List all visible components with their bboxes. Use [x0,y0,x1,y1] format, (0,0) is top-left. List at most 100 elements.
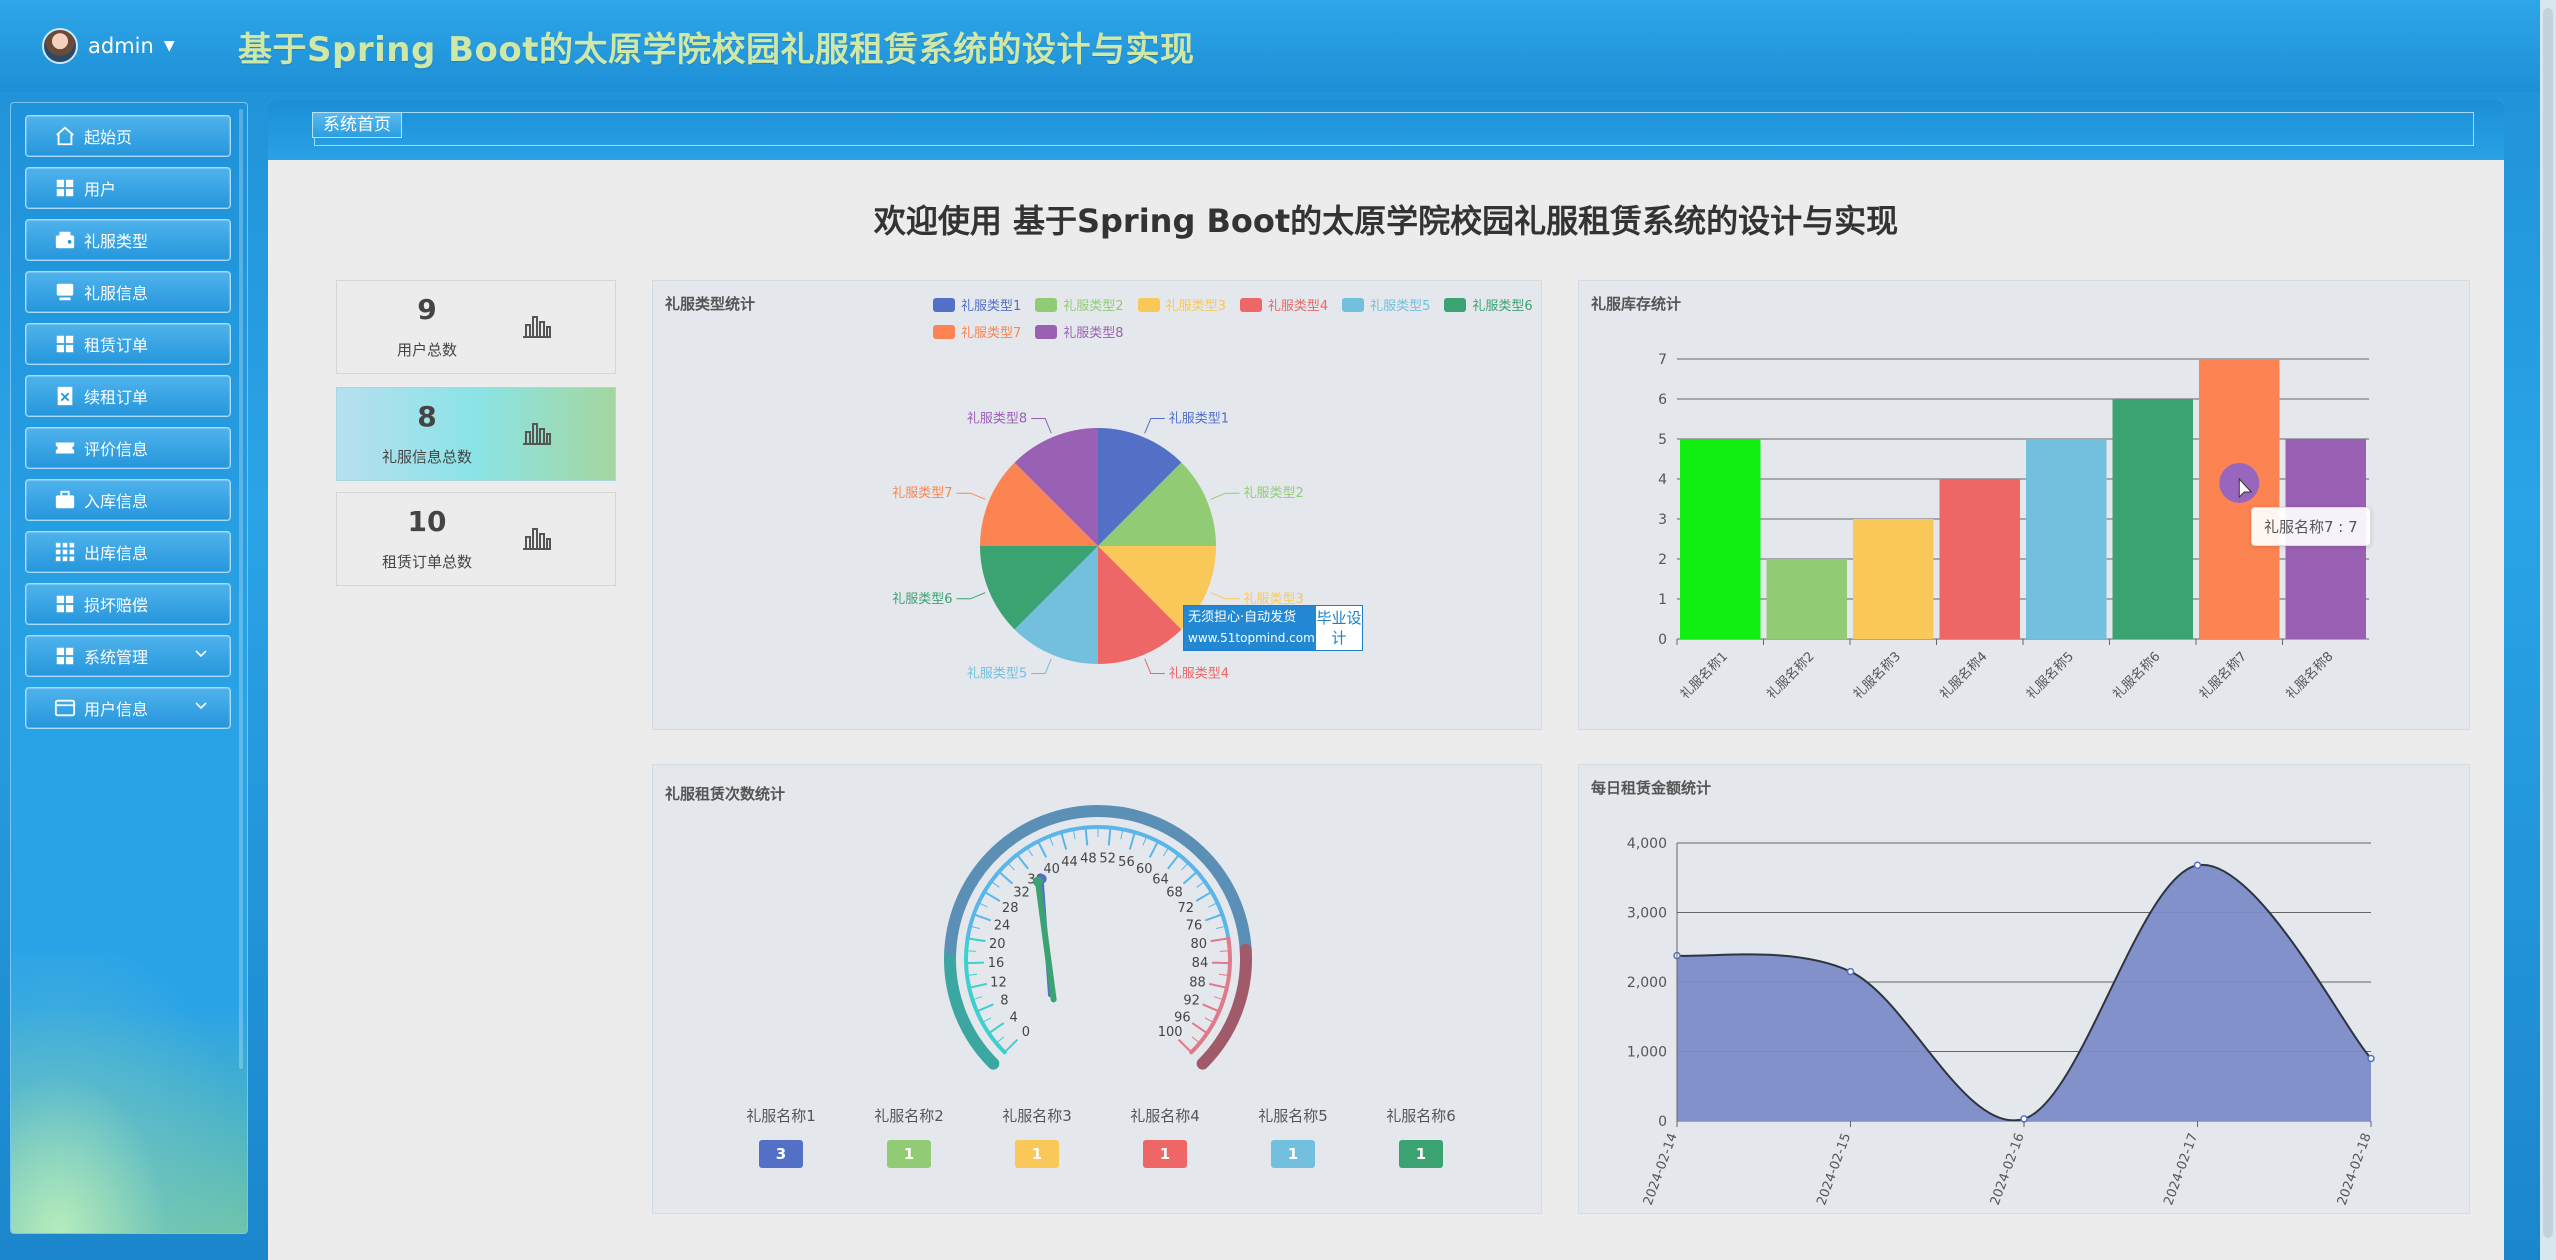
gauge-tick [1202,1003,1220,1013]
breadcrumb-bar [314,112,2474,146]
briefcase-icon [52,489,78,511]
sidebar: 起始页用户礼服类型礼服信息租赁订单续租订单评价信息入库信息出库信息损坏赔偿系统管… [10,102,248,1234]
stat-card-users[interactable]: 9 用户总数 [336,280,616,374]
x-tick-label: 礼服名称6 [2110,649,2164,703]
gauge-value-badge: 1 [1015,1140,1059,1168]
gauge-value-badge: 1 [1143,1140,1187,1168]
gauge-series-item: 礼服名称4 1 [1115,1105,1215,1168]
bar[interactable] [2112,399,2194,639]
pie-label: 礼服类型6 [892,591,952,607]
stat-card-dresses[interactable]: 8 礼服信息总数 [336,387,616,481]
gauge-tick [1007,862,1015,871]
data-point[interactable] [1846,967,1855,976]
gauge-tick-label: 32 [1013,886,1030,901]
bar[interactable] [1766,559,1848,639]
gauge-value-badge: 1 [887,1140,931,1168]
y-tick-label: 1,000 [1627,1045,1667,1061]
bar-chart-icon [523,423,551,445]
sidebar-item-3[interactable]: 礼服类型 [25,219,231,261]
sidebar-item-11[interactable]: 系统管理 [25,635,231,677]
sidebar-item-5[interactable]: 租赁订单 [25,323,231,365]
home-icon [52,125,78,147]
bar[interactable] [1680,439,1761,639]
content-header: 系统首页 [268,100,2504,160]
gauge-tick-label: 92 [1183,994,1200,1009]
sidebar-item-label: 起始页 [84,128,133,147]
y-tick-label: 7 [1658,352,1667,368]
gauge-tick [982,1017,992,1024]
breadcrumb-home[interactable]: 系统首页 [312,112,402,138]
bar[interactable] [2026,439,2107,639]
x-tick-label: 礼服名称3 [1850,649,1904,703]
sidebar-item-1[interactable]: 起始页 [25,115,231,157]
gauge-tick-label: 4 [1009,1010,1017,1025]
sidebar-scrollbar[interactable] [239,109,243,1069]
pie-label-line [1210,492,1240,500]
gauge-series-item: 礼服名称2 1 [859,1105,959,1168]
sidebar-item-12[interactable]: 用户信息 [25,687,231,729]
gauge-tick [1211,961,1230,965]
ticket-icon [52,437,78,459]
gauge-tick-label: 28 [1002,901,1019,916]
grid-icon [52,177,78,199]
gauge-tick [1162,847,1170,857]
gauge-tick [1003,1038,1019,1054]
sidebar-item-label: 租赁订单 [84,336,149,355]
main-content: 系统首页 欢迎使用 基于Spring Boot的太原学院校园礼服租赁系统的设计与… [268,100,2504,1260]
sidebar-item-label: 礼服类型 [84,232,149,251]
wallet-icon [52,229,78,251]
gauge-tick [1191,1022,1208,1035]
username: admin [88,34,154,58]
stat-value: 10 [407,505,447,538]
sidebar-item-label: 续租订单 [84,388,149,407]
sidebar-item-8[interactable]: 入库信息 [25,479,231,521]
pie-label-line [956,492,986,500]
y-tick-label: 6 [1658,392,1667,408]
gauge-tick [1148,840,1159,858]
gauge-tick-label: 68 [1166,886,1183,901]
gauge-series-name: 礼服名称6 [1386,1107,1456,1125]
bar[interactable] [1853,519,1934,639]
bar[interactable] [1939,479,2021,639]
sidebar-item-9[interactable]: 出库信息 [25,531,231,573]
data-point[interactable] [2193,861,2202,869]
gauge-tick [1191,1036,1201,1044]
pie-chart-panel: 礼服类型统计 礼服类型1 礼服类型2 礼服类型3 礼服类型4 礼服类型5 礼服类型6 礼服类… [652,280,1542,730]
sidebar-item-7[interactable]: 评价信息 [25,427,231,469]
stat-card-orders[interactable]: 10 租赁订单总数 [336,492,616,586]
sidebar-item-6[interactable]: 续租订单 [25,375,231,417]
y-tick-label: 5 [1658,432,1667,448]
gauge-tick-label: 44 [1061,855,1078,870]
pie-label-line [1210,592,1240,600]
sidebar-item-10[interactable]: 损坏赔偿 [25,583,231,625]
gauge-tick [967,937,986,943]
gauge-tick [1195,890,1213,902]
pie-label: 礼服类型8 [967,411,1027,427]
area-chart: 0 1,000 2,000 3,000 4,000 2024-02-14 2024-02-1… [1627,836,2375,1207]
gauge-series-item: 礼服名称5 1 [1243,1105,1343,1168]
y-tick-label: 3 [1658,512,1667,528]
system-title: 基于Spring Boot的太原学院校园礼服租赁系统的设计与实现 [238,30,1195,70]
gauge-tick-label: 12 [990,975,1007,990]
chevron-down-icon [194,696,208,717]
user-menu[interactable]: admin ▼ [42,24,175,68]
data-point[interactable] [2367,1054,2375,1063]
gauge-series-name: 礼服名称5 [1258,1107,1328,1125]
gauge-series-name: 礼服名称3 [1002,1107,1072,1125]
apps-icon [52,541,78,563]
caret-down-icon: ▼ [163,38,175,54]
page-scrollbar[interactable] [2540,0,2556,1260]
y-tick-label: 3,000 [1627,906,1667,922]
x-tick-label: 2024-02-15 [1814,1131,1854,1207]
gauge-series-item: 礼服名称3 1 [987,1105,1087,1168]
pie-label: 礼服类型4 [1169,665,1229,681]
y-tick-label: 1 [1658,592,1667,608]
stat-value: 9 [417,293,437,326]
gauge-tick [983,890,1001,902]
sidebar-item-2[interactable]: 用户 [25,167,231,209]
sidebar-item-label: 评价信息 [84,440,149,459]
sidebar-item-4[interactable]: 礼服信息 [25,271,231,313]
gauge-tick [1210,937,1229,943]
gauge-tick [998,870,1014,885]
gauge-tick-label: 76 [1186,918,1203,933]
